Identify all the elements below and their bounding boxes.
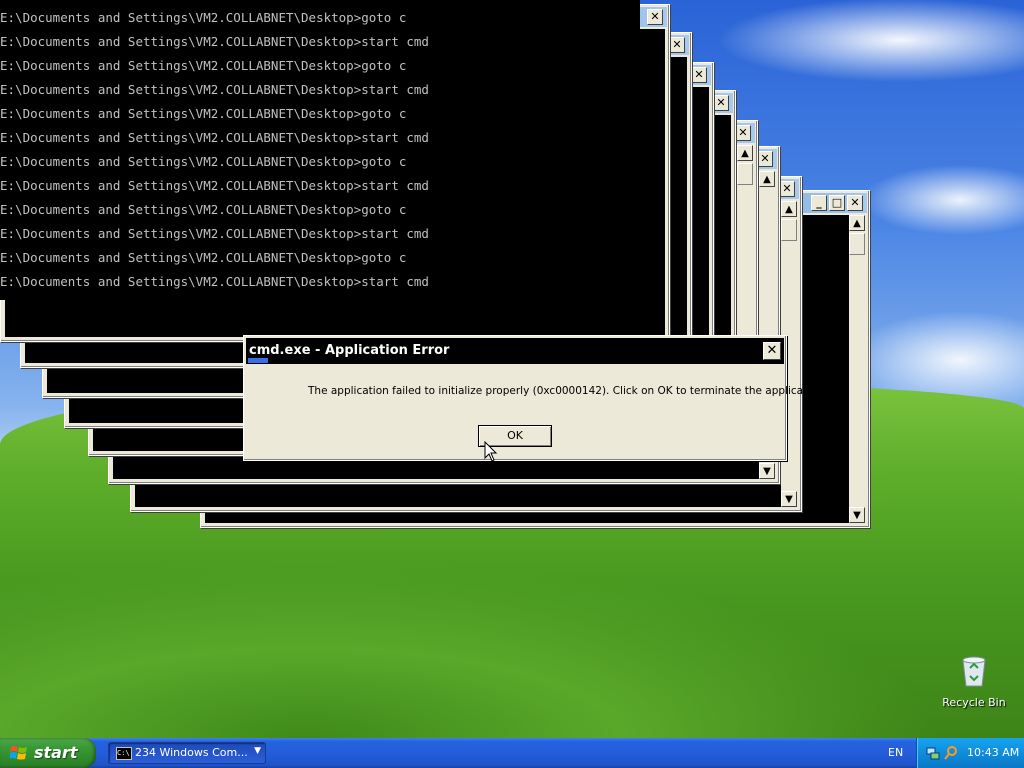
- console-line: E:\Documents and Settings\VM2.COLLABNET\…: [0, 250, 407, 265]
- console-line: E:\Documents and Settings\VM2.COLLABNET\…: [0, 82, 429, 97]
- close-button[interactable]: ✕: [757, 151, 773, 167]
- taskbar: start C:\ 234 Windows Com... ▼ EN 10:43 …: [0, 738, 1024, 768]
- console-line: E:\Documents and Settings\VM2.COLLABNET\…: [0, 226, 429, 241]
- console-output-extension: [464, 0, 640, 62]
- recycle-bin-icon: [962, 656, 986, 687]
- recycle-bin-label: Recycle Bin: [942, 696, 1006, 709]
- taskbar-group-button[interactable]: C:\ 234 Windows Com... ▼: [108, 742, 266, 764]
- console-line: E:\Documents and Settings\VM2.COLLABNET\…: [0, 154, 407, 169]
- close-button[interactable]: ✕: [779, 181, 795, 197]
- minimize-button[interactable]: _: [811, 195, 827, 211]
- mouse-cursor-icon: [484, 441, 498, 462]
- taskbar-group-label: 234 Windows Com...: [135, 746, 248, 759]
- language-indicator[interactable]: EN: [888, 746, 903, 759]
- start-label: start: [34, 743, 78, 762]
- console-line: E:\Documents and Settings\VM2.COLLABNET\…: [0, 10, 407, 25]
- error-message: The application failed to initialize pro…: [308, 385, 827, 397]
- close-button[interactable]: ✕: [847, 195, 863, 211]
- title-highlight: [248, 358, 268, 363]
- cmd-icon: C:\: [116, 747, 132, 760]
- console-line: E:\Documents and Settings\VM2.COLLABNET\…: [0, 58, 407, 73]
- scroll-thumb[interactable]: [849, 233, 865, 255]
- scroll-thumb[interactable]: [781, 219, 797, 241]
- scroll-thumb[interactable]: [737, 163, 753, 185]
- console-output[interactable]: E:\Documents and Settings\VM2.COLLABNET\…: [0, 0, 464, 300]
- application-error-dialog[interactable]: cmd.exe - Application Error ✕ The applic…: [243, 335, 827, 461]
- network-icon[interactable]: [925, 745, 941, 761]
- scroll-up-button[interactable]: ▲: [737, 145, 753, 161]
- close-button[interactable]: ✕: [713, 95, 729, 111]
- close-button[interactable]: ✕: [669, 37, 685, 53]
- system-tray: 10:43 AM: [916, 738, 1024, 768]
- close-button[interactable]: ✕: [691, 67, 707, 83]
- search-icon[interactable]: [943, 745, 959, 761]
- windows-logo-icon: [10, 746, 27, 760]
- clock[interactable]: 10:43 AM: [967, 746, 1019, 759]
- dialog-close-button[interactable]: ✕: [763, 342, 781, 360]
- dialog-title: cmd.exe - Application Error: [249, 343, 450, 358]
- start-button[interactable]: start: [0, 738, 96, 768]
- scroll-up-button[interactable]: ▲: [781, 201, 797, 217]
- console-line: E:\Documents and Settings\VM2.COLLABNET\…: [0, 106, 407, 121]
- dialog-titlebar[interactable]: cmd.exe - Application Error ✕: [246, 338, 784, 364]
- scroll-down-button[interactable]: ▼: [849, 507, 865, 523]
- scroll-up-button[interactable]: ▲: [849, 215, 865, 231]
- console-line: E:\Documents and Settings\VM2.COLLABNET\…: [0, 178, 429, 193]
- console-line: E:\Documents and Settings\VM2.COLLABNET\…: [0, 34, 429, 49]
- scroll-up-button[interactable]: ▲: [759, 171, 775, 187]
- recycle-bin[interactable]: Recycle Bin: [940, 654, 1008, 709]
- maximize-button[interactable]: □: [829, 195, 845, 211]
- close-button[interactable]: ✕: [735, 125, 751, 141]
- vertical-scrollbar[interactable]: ▲ ▼: [849, 215, 865, 523]
- scroll-down-button[interactable]: ▼: [759, 463, 775, 479]
- console-line: E:\Documents and Settings\VM2.COLLABNET\…: [0, 202, 407, 217]
- close-button[interactable]: ✕: [647, 9, 663, 25]
- console-line: E:\Documents and Settings\VM2.COLLABNET\…: [0, 274, 429, 289]
- console-line: E:\Documents and Settings\VM2.COLLABNET\…: [0, 130, 429, 145]
- dropdown-arrow-icon: ▼: [254, 746, 261, 756]
- scroll-down-button[interactable]: ▼: [781, 491, 797, 507]
